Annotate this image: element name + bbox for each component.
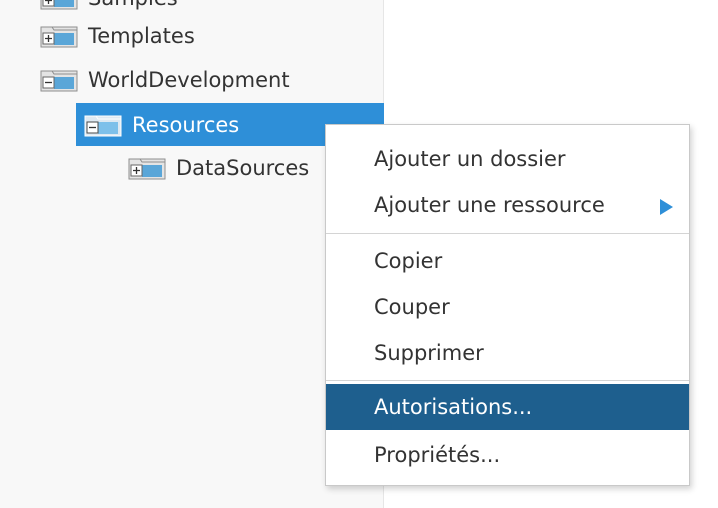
tree-node-datasources[interactable]: DataSources [128, 148, 309, 188]
menu-item-label: Autorisations... [374, 395, 533, 419]
menu-item-add-folder[interactable]: Ajouter un dossier [326, 136, 689, 182]
menu-item-properties[interactable]: Propriétés... [326, 432, 689, 478]
tree-node-label: Samples [88, 0, 178, 10]
context-menu: Ajouter un dossier Ajouter une ressource… [325, 124, 690, 486]
menu-item-permissions[interactable]: Autorisations... [326, 384, 689, 430]
menu-item-label: Propriétés... [374, 443, 501, 467]
tree-node-worlddevelopment[interactable]: WorldDevelopment [40, 60, 290, 100]
menu-item-delete[interactable]: Supprimer [326, 330, 689, 376]
menu-item-label: Supprimer [374, 341, 484, 365]
menu-separator [326, 233, 689, 234]
tree-node-label: DataSources [176, 156, 310, 180]
tree-node-label: WorldDevelopment [88, 68, 290, 92]
menu-item-label: Copier [374, 249, 443, 273]
folder-icon[interactable] [128, 156, 166, 180]
folder-open-icon[interactable] [84, 113, 122, 137]
tree-node-label: Resources [132, 112, 240, 137]
menu-item-label: Ajouter un dossier [374, 147, 566, 171]
folder-icon[interactable] [40, 24, 78, 48]
menu-item-copy[interactable]: Copier [326, 238, 689, 284]
menu-item-cut[interactable]: Couper [326, 284, 689, 330]
menu-separator [326, 380, 689, 381]
menu-item-label: Ajouter une ressource [374, 193, 605, 217]
menu-item-add-resource[interactable]: Ajouter une ressource [326, 182, 689, 228]
folder-icon[interactable] [40, 0, 78, 10]
submenu-arrow-icon [660, 199, 673, 215]
folder-open-icon[interactable] [40, 68, 78, 92]
tree-node-templates[interactable]: Templates [40, 16, 195, 56]
tree-node-label: Templates [88, 24, 195, 48]
menu-item-label: Couper [374, 295, 450, 319]
